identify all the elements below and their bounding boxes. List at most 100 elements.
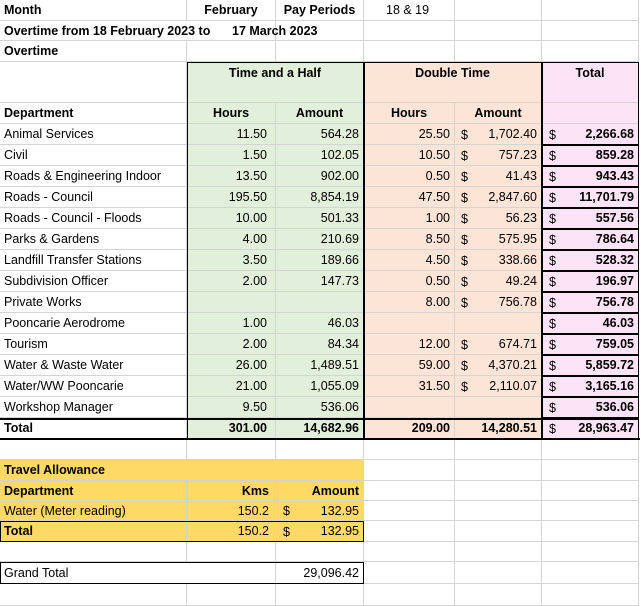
empty-cell[interactable]	[0, 439, 187, 460]
dt-hours-cell[interactable]: 25.50	[364, 124, 455, 145]
empty-cell[interactable]	[276, 439, 364, 460]
empty-cell[interactable]	[364, 501, 455, 521]
empty-cell[interactable]	[0, 584, 187, 606]
dt-amount-cell[interactable]: 41.43	[455, 166, 542, 187]
dt-amount-cell[interactable]: 1,702.40	[455, 124, 542, 145]
dt-amount-cell[interactable]: 575.95	[455, 229, 542, 250]
totals-th-hours[interactable]: 301.00	[187, 418, 276, 439]
th-amount-cell[interactable]: 189.66	[276, 250, 364, 271]
table-row-department[interactable]: Workshop Manager	[0, 397, 187, 418]
grand-total-value[interactable]: 29,096.42	[276, 562, 364, 584]
th-amount-cell[interactable]: 536.06	[276, 397, 364, 418]
empty-cell[interactable]	[455, 501, 542, 521]
dt-amount-cell[interactable]: 756.78	[455, 292, 542, 313]
department-header[interactable]: Department	[0, 103, 187, 124]
empty-cell[interactable]	[187, 439, 276, 460]
row-total-cell[interactable]: 528.32	[542, 250, 639, 271]
th-amount-cell[interactable]: 46.03	[276, 313, 364, 334]
empty-cell[interactable]	[542, 41, 639, 62]
row-total-cell[interactable]: 943.43	[542, 166, 639, 187]
th-hours-cell[interactable]	[187, 292, 276, 313]
empty-cell[interactable]	[276, 584, 364, 606]
th-hours-cell[interactable]: 1.00	[187, 313, 276, 334]
travel-row-dept[interactable]: Water (Meter reading)	[0, 501, 187, 521]
th-hours-cell[interactable]: 21.00	[187, 376, 276, 397]
empty-cell[interactable]	[542, 460, 639, 481]
dt-amount-cell[interactable]: 757.23	[455, 145, 542, 166]
month-value[interactable]: February	[187, 0, 276, 21]
dt-hours-cell[interactable]: 8.00	[364, 292, 455, 313]
th-hours-cell[interactable]: 195.50	[187, 187, 276, 208]
th-hours-cell[interactable]: 26.00	[187, 355, 276, 376]
th-amount-cell[interactable]: 501.33	[276, 208, 364, 229]
travel-dept-header[interactable]: Department	[0, 481, 187, 501]
dt-hours-cell[interactable]	[364, 313, 455, 334]
th-hours-cell[interactable]: 1.50	[187, 145, 276, 166]
empty-cell[interactable]	[455, 542, 542, 562]
empty-cell[interactable]	[187, 584, 276, 606]
row-total-cell[interactable]: 5,859.72	[542, 355, 639, 376]
empty-cell[interactable]	[455, 0, 542, 21]
dt-amount-cell[interactable]: 2,110.07	[455, 376, 542, 397]
table-row-department[interactable]: Civil	[0, 145, 187, 166]
empty-cell[interactable]	[364, 439, 455, 460]
empty-cell[interactable]	[542, 542, 639, 562]
total-subheader[interactable]	[542, 103, 639, 124]
travel-amount-header[interactable]: Amount	[276, 481, 364, 501]
empty-cell[interactable]	[0, 62, 187, 103]
totals-label[interactable]: Total	[0, 418, 187, 439]
empty-cell[interactable]	[542, 481, 639, 501]
table-row-department[interactable]: Water/WW Pooncarie	[0, 376, 187, 397]
row-total-cell[interactable]: 557.56	[542, 208, 639, 229]
empty-cell[interactable]	[455, 562, 542, 584]
travel-title[interactable]: Travel Allowance	[0, 460, 364, 481]
table-row-department[interactable]: Tourism	[0, 334, 187, 355]
travel-total-label[interactable]: Total	[0, 521, 187, 542]
th-hours-cell[interactable]: 4.00	[187, 229, 276, 250]
table-row-department[interactable]: Parks & Gardens	[0, 229, 187, 250]
th-amount-cell[interactable]: 1,055.09	[276, 376, 364, 397]
table-row-department[interactable]: Subdivision Officer	[0, 271, 187, 292]
travel-row-kms[interactable]: 150.2	[187, 501, 276, 521]
empty-cell[interactable]	[455, 460, 542, 481]
empty-cell[interactable]	[364, 41, 455, 62]
dt-hours-cell[interactable]: 59.00	[364, 355, 455, 376]
dt-amount-cell[interactable]: 338.66	[455, 250, 542, 271]
empty-cell[interactable]	[542, 562, 639, 584]
grand-total-label[interactable]: Grand Total	[0, 562, 276, 584]
totals-dt-amount[interactable]: 14,280.51	[455, 418, 542, 439]
travel-total-kms[interactable]: 150.2	[187, 521, 276, 542]
dt-amount-cell[interactable]: 2,847.60	[455, 187, 542, 208]
empty-cell[interactable]	[364, 481, 455, 501]
empty-cell[interactable]	[542, 0, 639, 21]
dt-hours-header[interactable]: Hours	[364, 103, 455, 124]
row-total-cell[interactable]: 759.05	[542, 334, 639, 355]
th-hours-cell[interactable]: 2.00	[187, 334, 276, 355]
overtime-range-end[interactable]: 17 March 2023	[232, 21, 364, 41]
th-amount-cell[interactable]: 564.28	[276, 124, 364, 145]
row-total-cell[interactable]: 859.28	[542, 145, 639, 166]
table-row-department[interactable]: Water & Waste Water	[0, 355, 187, 376]
empty-cell[interactable]	[542, 521, 639, 542]
dt-amount-cell[interactable]: 4,370.21	[455, 355, 542, 376]
empty-cell[interactable]	[187, 41, 276, 62]
th-amount-cell[interactable]	[276, 292, 364, 313]
travel-kms-header[interactable]: Kms	[187, 481, 276, 501]
total-header[interactable]: Total	[542, 62, 639, 103]
empty-cell[interactable]	[542, 21, 639, 41]
empty-cell[interactable]	[542, 501, 639, 521]
dt-hours-cell[interactable]: 8.50	[364, 229, 455, 250]
empty-cell[interactable]	[276, 41, 364, 62]
pay-periods-value[interactable]: 18 & 19	[364, 0, 455, 21]
table-row-department[interactable]: Animal Services	[0, 124, 187, 145]
empty-cell[interactable]	[542, 439, 639, 460]
empty-cell[interactable]	[455, 521, 542, 542]
empty-cell[interactable]	[364, 21, 455, 41]
dt-hours-cell[interactable]: 1.00	[364, 208, 455, 229]
dt-hours-cell[interactable]: 12.00	[364, 334, 455, 355]
empty-cell[interactable]	[364, 562, 455, 584]
table-row-department[interactable]: Private Works	[0, 292, 187, 313]
row-total-cell[interactable]: 786.64	[542, 229, 639, 250]
th-amount-cell[interactable]: 1,489.51	[276, 355, 364, 376]
table-row-department[interactable]: Roads & Engineering Indoor	[0, 166, 187, 187]
